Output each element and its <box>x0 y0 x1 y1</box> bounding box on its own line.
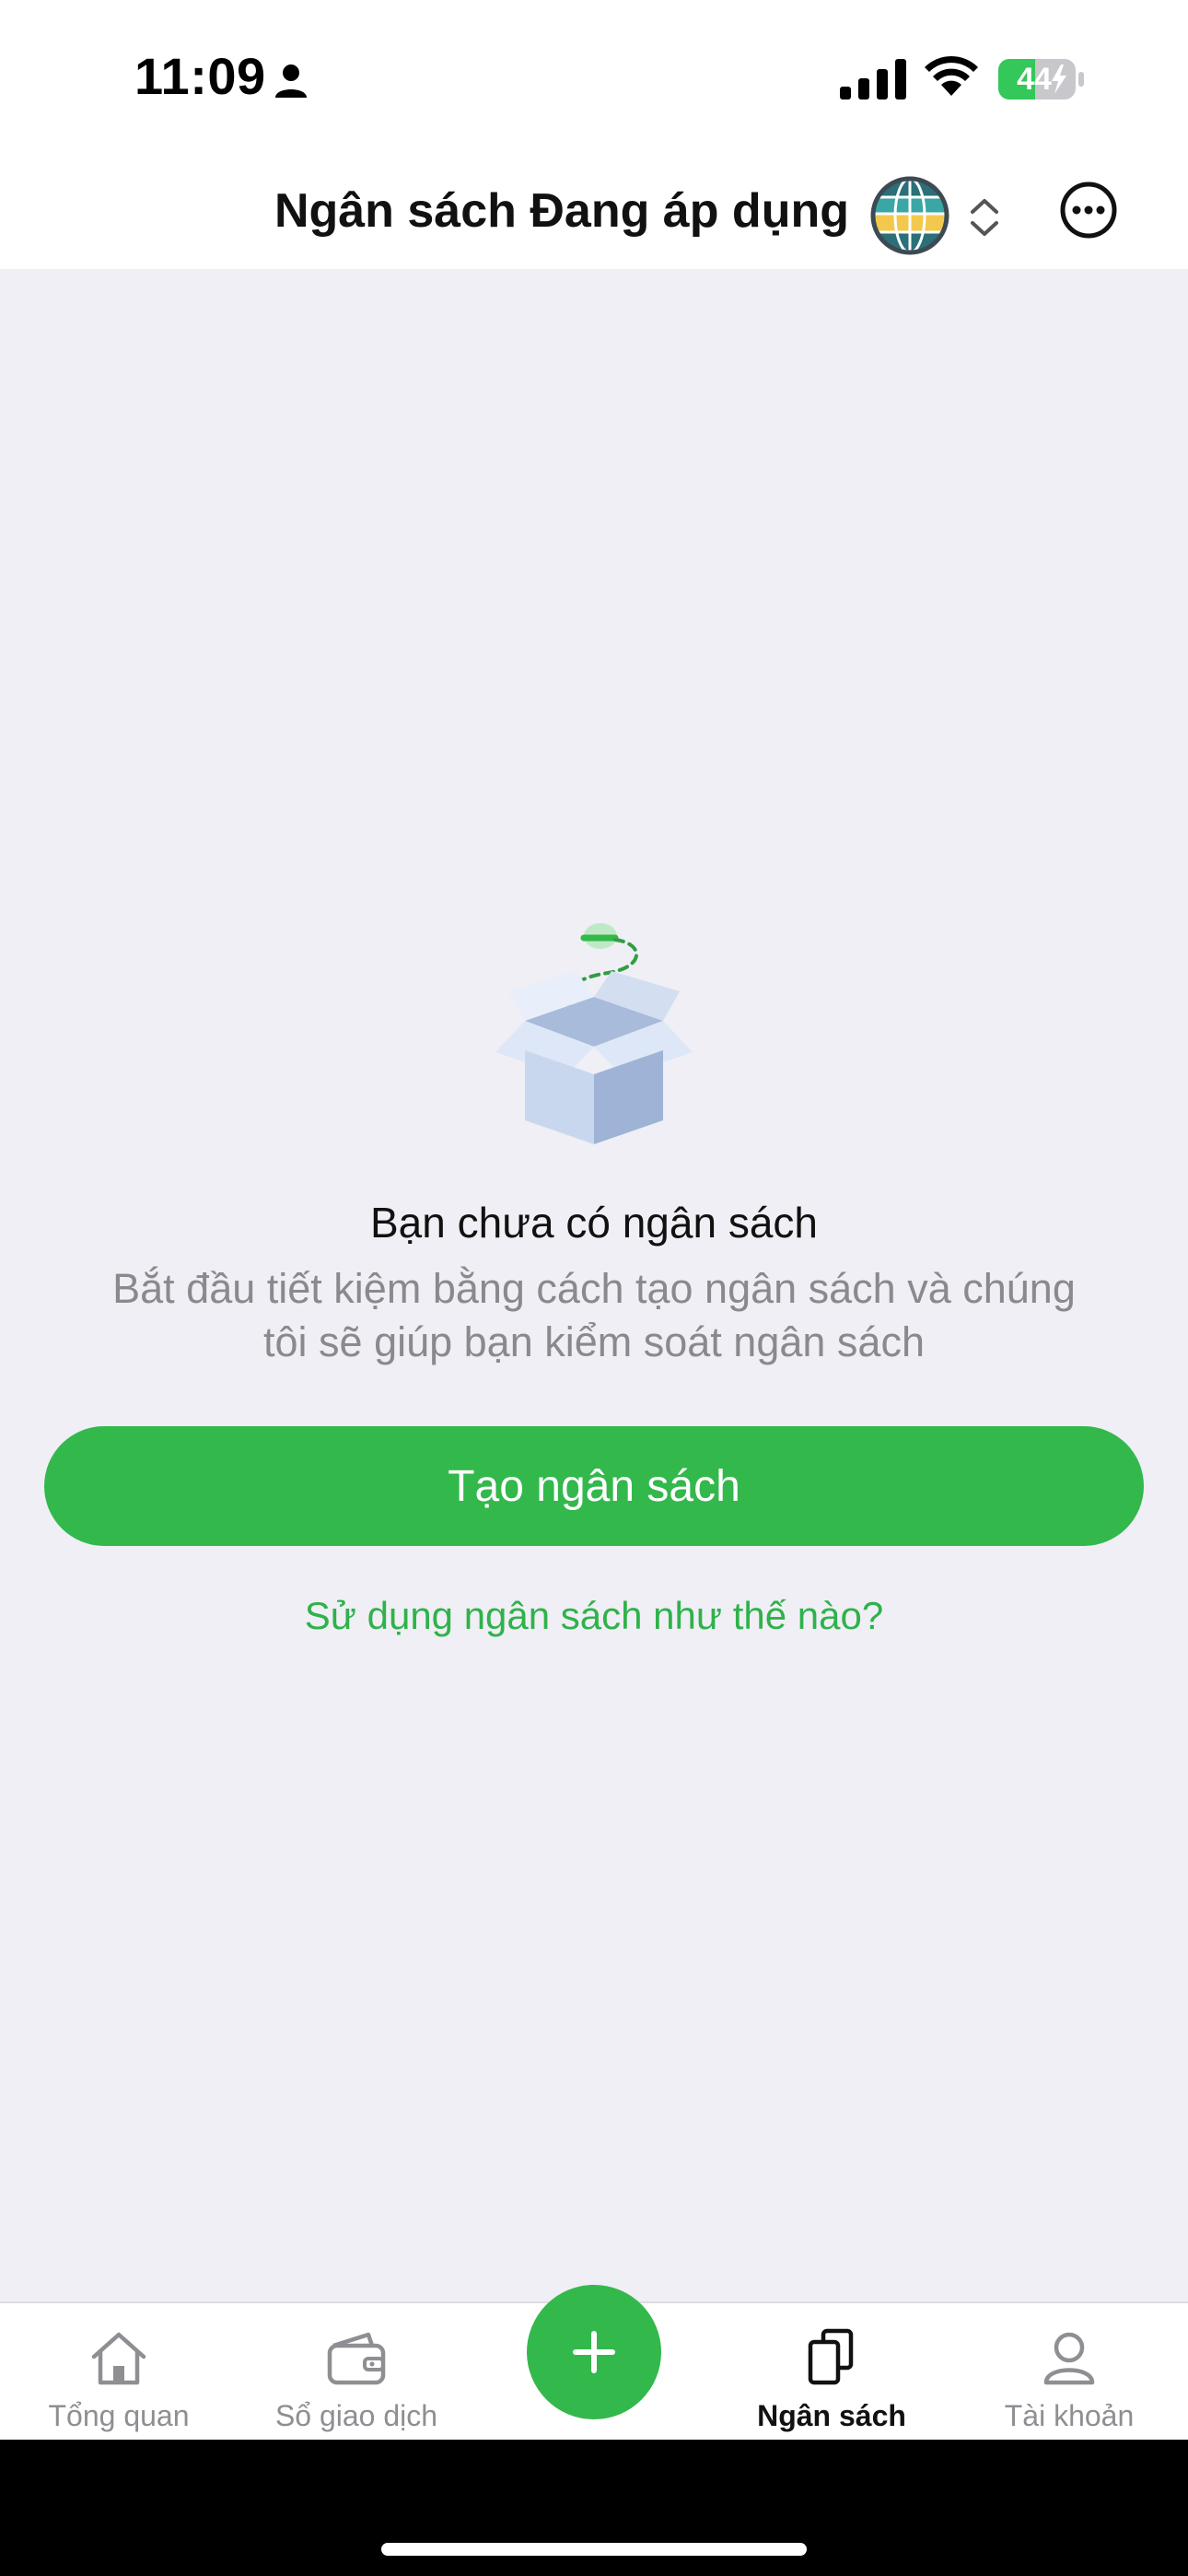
plus-icon <box>573 2331 615 2373</box>
cellular-signal-icon <box>840 59 906 100</box>
nav-header: Ngân sách Đang áp dụng <box>0 157 1188 269</box>
wifi-icon <box>925 55 978 96</box>
create-budget-button[interactable]: Tạo ngân sách <box>44 1426 1144 1546</box>
tab-transactions[interactable]: Sổ giao dịch <box>238 2303 475 2440</box>
tab-label: Ngân sách <box>757 2399 906 2432</box>
account-icon <box>1043 2332 1095 2385</box>
tab-label: Tổng quan <box>48 2399 190 2432</box>
chevron-up-down-icon <box>971 199 998 236</box>
battery-level-text: 44 <box>1017 62 1052 97</box>
budget-icon <box>808 2328 854 2385</box>
globe-icon <box>870 176 949 255</box>
tab-label: Sổ giao dịch <box>274 2399 438 2432</box>
tab-label: Tài khoản <box>1004 2399 1135 2432</box>
home-indicator-area <box>0 2440 1188 2576</box>
tab-budget[interactable]: Ngân sách <box>713 2303 950 2440</box>
empty-box-icon <box>495 923 693 1144</box>
status-bar: 11:09 44 <box>0 0 1188 157</box>
status-time: 11:09 <box>134 47 266 105</box>
empty-state-description: Bắt đầu tiết kiệm bằng cách tạo ngân sác… <box>112 1265 1076 1365</box>
home-indicator[interactable] <box>381 2543 807 2556</box>
person-icon <box>275 64 307 98</box>
tab-account[interactable]: Tài khoản <box>950 2303 1188 2440</box>
empty-state-title: Bạn chưa có ngân sách <box>369 1199 818 1247</box>
budget-screen: 11:09 44 Ngân sách Đang áp dụng Bạn chưa… <box>0 0 1188 2576</box>
add-transaction-button[interactable] <box>527 2285 661 2419</box>
tab-overview[interactable]: Tổng quan <box>0 2303 238 2440</box>
wallet-icon <box>327 2332 386 2385</box>
more-options-icon[interactable] <box>1059 181 1118 240</box>
wallet-switcher[interactable] <box>869 168 1007 256</box>
page-title: Ngân sách Đang áp dụng <box>274 184 849 238</box>
how-to-use-budget-link[interactable]: Sử dụng ngân sách như thế nào? <box>0 1594 1188 1638</box>
home-icon <box>91 2332 146 2385</box>
